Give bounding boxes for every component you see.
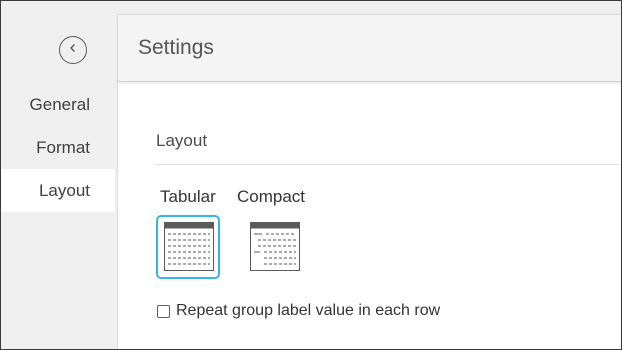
compact-layout-icon [250, 222, 300, 271]
settings-panel: Settings Layout Tabular Compact Repeat g… [117, 14, 621, 349]
compact-layout-option[interactable] [242, 215, 306, 279]
page-title: Settings [138, 36, 214, 59]
chevron-left-icon [67, 41, 79, 59]
sidebar-item-label: Layout [38, 181, 90, 200]
panel-header: Settings [118, 15, 621, 82]
sidebar-item-layout[interactable]: Layout [1, 169, 115, 212]
sidebar-item-format[interactable]: Format [1, 126, 115, 169]
repeat-group-label-option[interactable]: Repeat group label value in each row [157, 302, 440, 320]
repeat-group-label-checkbox[interactable] [157, 304, 170, 318]
settings-window: General Format Layout Settings Layout Ta… [0, 0, 622, 350]
compact-option-label: Compact [237, 187, 306, 206]
repeat-group-label-text: Repeat group label value in each row [176, 302, 441, 319]
sidebar-item-general[interactable]: General [1, 83, 115, 126]
tabular-option-label: Tabular [160, 187, 216, 206]
sidebar: General Format Layout [1, 1, 117, 349]
section-title: Layout [156, 131, 208, 150]
back-button[interactable] [59, 36, 87, 64]
tabular-layout-option[interactable] [156, 215, 220, 279]
section-divider [156, 164, 621, 165]
sidebar-item-label: Format [36, 138, 90, 157]
tabular-layout-icon [164, 222, 214, 271]
sidebar-item-label: General [29, 95, 90, 114]
